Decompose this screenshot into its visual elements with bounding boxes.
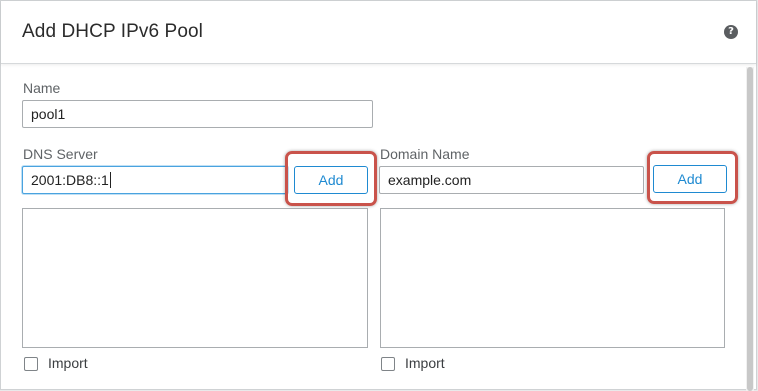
- dns-import-label: Import: [48, 355, 88, 371]
- dns-import-checkbox[interactable]: [24, 357, 38, 371]
- dns-server-input-value: 2001:DB8::1: [31, 172, 109, 188]
- name-input[interactable]: pool1: [22, 100, 373, 128]
- name-label: Name: [23, 80, 61, 96]
- scrollbar-thumb[interactable]: [747, 67, 753, 391]
- dns-server-label: DNS Server: [23, 146, 98, 162]
- dialog-title: Add DHCP IPv6 Pool: [22, 21, 203, 42]
- domain-name-label: Domain Name: [380, 146, 470, 162]
- domain-name-input[interactable]: example.com: [379, 166, 644, 194]
- name-input-value: pool1: [31, 106, 66, 122]
- dns-server-input[interactable]: 2001:DB8::1: [22, 166, 288, 194]
- dns-server-list[interactable]: [22, 208, 368, 348]
- scrollbar[interactable]: [746, 67, 754, 391]
- dns-server-add-button[interactable]: Add: [294, 166, 368, 194]
- domain-name-add-button[interactable]: Add: [653, 165, 727, 193]
- domain-name-input-value: example.com: [388, 172, 472, 188]
- help-icon[interactable]: ?: [724, 25, 738, 39]
- text-caret: [109, 172, 111, 188]
- add-dhcp-ipv6-pool-dialog: Add DHCP IPv6 Pool ? Name pool1 DNS Serv…: [0, 0, 757, 391]
- dialog-header: Add DHCP IPv6 Pool ?: [1, 1, 756, 64]
- domain-import-checkbox[interactable]: [381, 357, 395, 371]
- domain-name-list[interactable]: [380, 208, 725, 348]
- domain-import-label: Import: [405, 355, 445, 371]
